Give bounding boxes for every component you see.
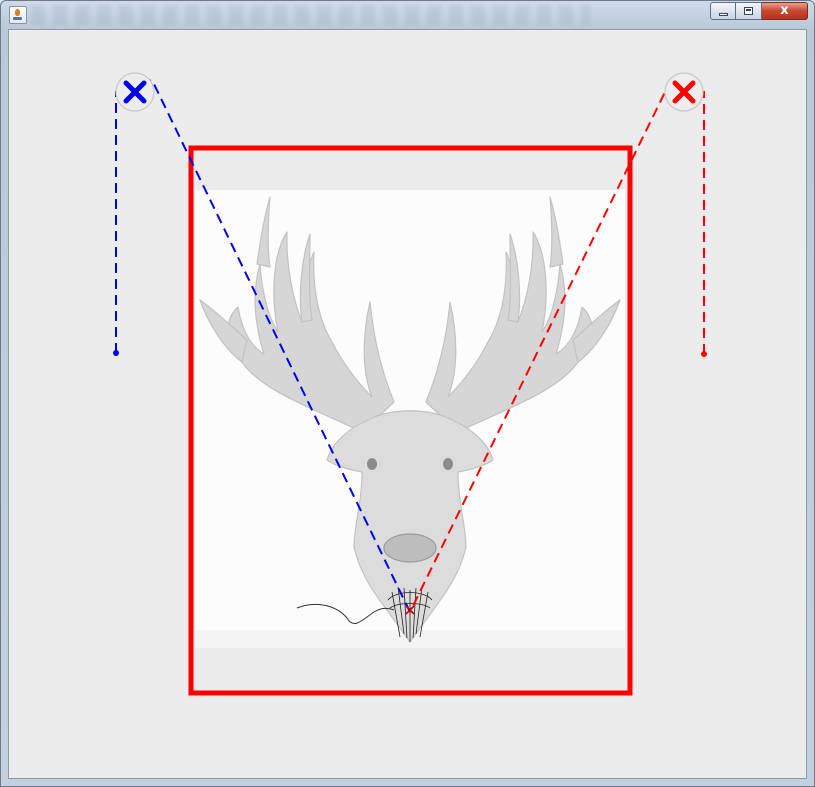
close-icon: x bbox=[780, 3, 789, 18]
maximize-icon bbox=[744, 7, 753, 15]
drawing-canvas[interactable] bbox=[8, 29, 807, 779]
close-button[interactable]: x bbox=[762, 2, 808, 20]
window-controls: x bbox=[710, 2, 808, 21]
right-anchor-handle[interactable] bbox=[664, 72, 704, 112]
java-app-icon bbox=[9, 6, 27, 24]
maximize-button[interactable] bbox=[736, 2, 762, 20]
title-bar[interactable]: x bbox=[1, 1, 814, 29]
canvas-svg bbox=[113, 72, 707, 696]
minimize-icon bbox=[719, 13, 728, 16]
minimize-button[interactable] bbox=[710, 2, 736, 20]
left-endpoint-dot[interactable] bbox=[113, 350, 119, 356]
right-endpoint-dot[interactable] bbox=[701, 351, 707, 357]
app-window: x bbox=[0, 0, 815, 787]
left-anchor-handle[interactable] bbox=[115, 72, 155, 112]
background-toolbar-reflection bbox=[31, 5, 591, 25]
